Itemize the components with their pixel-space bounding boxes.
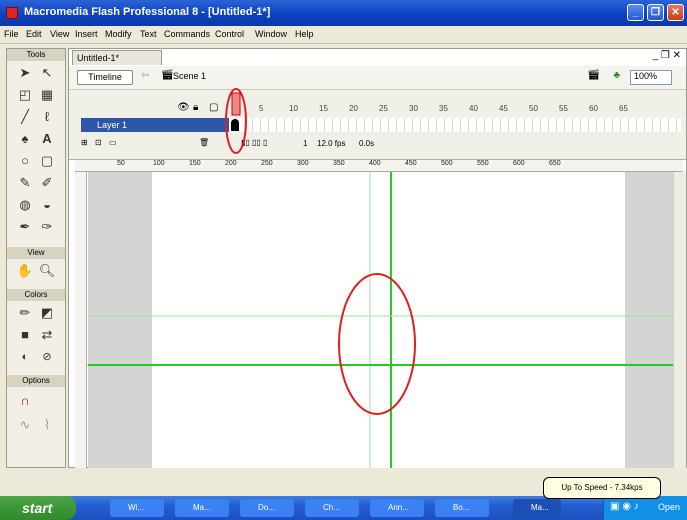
taskbar-item[interactable]: Ann... <box>370 499 424 517</box>
taskbar-item[interactable]: Ma... <box>175 499 229 517</box>
tray-clock: Open <box>658 502 681 512</box>
system-tray: ▣ ◉ ♪ Open <box>603 496 687 520</box>
tray-icons[interactable]: ▣ ◉ ♪ <box>610 501 639 512</box>
taskbar-item[interactable]: Wi... <box>110 499 164 517</box>
highlight-ellipse <box>338 273 416 415</box>
taskbar-item[interactable]: Ma... <box>513 499 561 517</box>
taskbar-item[interactable]: Bo... <box>435 499 489 517</box>
taskbar-item[interactable]: Do... <box>240 499 294 517</box>
taskbar-item[interactable]: Ch... <box>305 499 359 517</box>
taskbar: start Wi... Ma... Do... Ch... Ann... Bo.… <box>0 496 687 520</box>
overlay <box>88 88 673 468</box>
playhead[interactable] <box>231 92 241 116</box>
tray-balloon[interactable]: Up To Speed - 7.34kps <box>543 477 661 499</box>
start-button[interactable]: start <box>0 496 76 520</box>
